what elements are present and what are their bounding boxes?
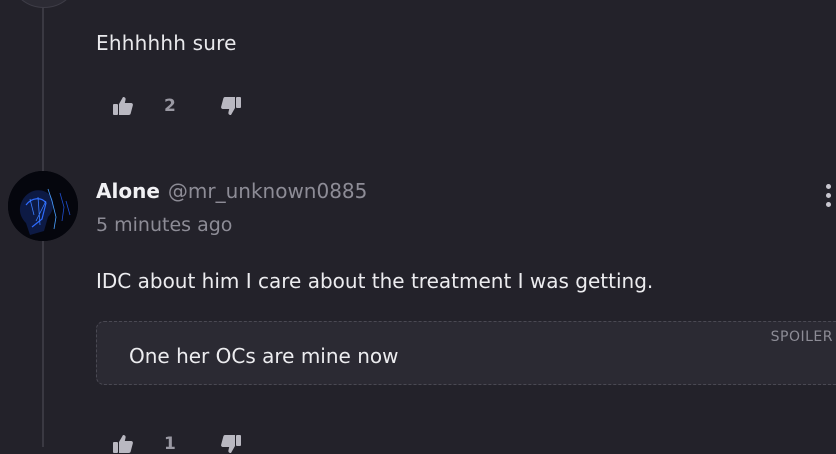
comment-body: IDC about him I care about the treatment… — [96, 269, 654, 293]
comment-vote-row: 1 — [112, 434, 242, 454]
previous-comment-vote-row: 2 — [112, 96, 242, 116]
thumbs-down-icon[interactable] — [220, 434, 242, 454]
previous-comment-avatar[interactable] — [8, 0, 80, 8]
thumbs-up-icon[interactable] — [112, 434, 134, 454]
spoiler-label: SPOILER — [770, 329, 833, 345]
comment-author: Alone @mr_unknown0885 — [96, 179, 367, 203]
author-handle[interactable]: @mr_unknown0885 — [168, 179, 367, 203]
author-name[interactable]: Alone — [96, 179, 160, 203]
avatar[interactable] — [8, 171, 78, 241]
previous-comment-body: Ehhhhhh sure — [96, 31, 237, 55]
comment-timestamp: 5 minutes ago — [96, 214, 233, 236]
upvote-count: 1 — [164, 434, 176, 454]
thumbs-down-icon[interactable] — [220, 96, 242, 116]
thumbs-up-icon[interactable] — [112, 96, 134, 116]
spoiler-block[interactable]: SPOILER One her OCs are mine now — [96, 321, 836, 385]
more-options-icon[interactable] — [826, 184, 831, 211]
spoiler-text: One her OCs are mine now — [129, 344, 399, 368]
upvote-count: 2 — [164, 96, 176, 116]
